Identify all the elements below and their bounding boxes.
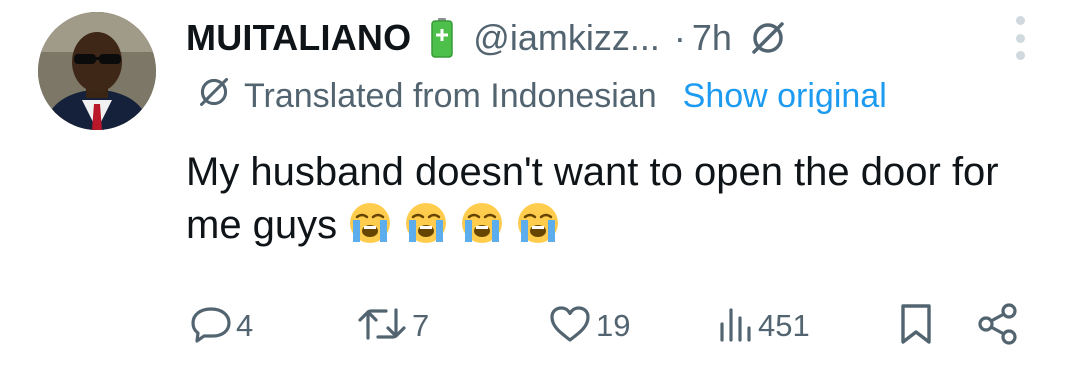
action-bar: 4 7 19 451 — [0, 300, 1080, 352]
heart-icon — [548, 304, 592, 349]
reply-icon — [190, 304, 232, 349]
show-original-link[interactable]: Show original — [683, 77, 887, 116]
tweet-text: My husband doesn't want to open the door… — [186, 146, 1046, 252]
like-button[interactable]: 19 — [548, 300, 630, 352]
repost-icon — [356, 304, 408, 349]
bookmark-icon — [898, 302, 934, 351]
bookmark-button[interactable] — [898, 300, 934, 352]
repost-count: 7 — [412, 308, 430, 343]
avatar[interactable] — [38, 12, 156, 130]
like-count: 19 — [596, 308, 631, 343]
separator-dot: · — [673, 17, 686, 58]
tweet-header: MUITALIANO @iamkizz... · 7h — [186, 10, 786, 66]
loudly-crying-face-icon — [515, 200, 561, 246]
translate-grok-icon — [198, 76, 230, 117]
loudly-crying-face-icon — [347, 200, 393, 246]
reply-button[interactable]: 4 — [190, 300, 253, 352]
views-chart-icon — [718, 304, 754, 349]
share-icon — [976, 302, 1020, 351]
views-button[interactable]: 451 — [718, 300, 810, 352]
loudly-crying-face-icon — [459, 200, 505, 246]
reply-count: 4 — [236, 308, 254, 343]
emoji-group — [347, 200, 571, 246]
share-button[interactable] — [976, 300, 1020, 352]
translated-label: Translated from Indonesian — [244, 77, 657, 115]
author-name[interactable]: MUITALIANO — [186, 17, 411, 59]
loudly-crying-face-icon — [403, 200, 449, 246]
more-options-icon[interactable] — [1008, 16, 1032, 60]
tweet-body: My husband doesn't want to open the door… — [186, 150, 999, 247]
battery-emoji-icon — [431, 18, 454, 58]
timestamp[interactable]: 7h — [692, 17, 732, 59]
author-handle[interactable]: @iamkizz... — [473, 17, 660, 59]
translation-row: Translated from Indonesian Show original — [198, 76, 887, 117]
repost-button[interactable]: 7 — [356, 300, 429, 352]
grok-icon[interactable] — [750, 20, 786, 56]
views-count: 451 — [758, 308, 810, 343]
